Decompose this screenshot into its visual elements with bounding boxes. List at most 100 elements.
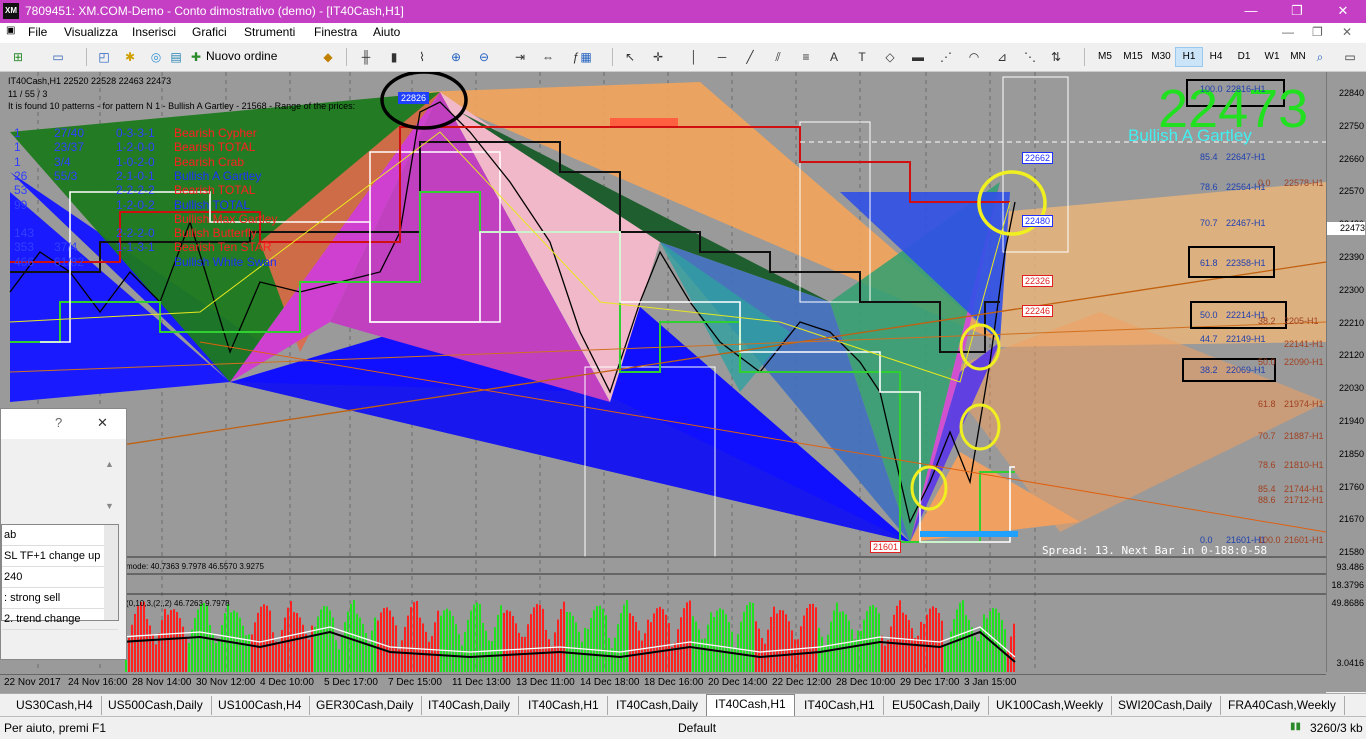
fib-fan-icon[interactable]: ⋰ [936, 47, 956, 67]
tf-m5[interactable]: M5 [1092, 48, 1118, 66]
scroll-down-icon[interactable]: ▼ [105, 501, 114, 511]
dialog-list-item[interactable]: 2. trend change [2, 609, 118, 630]
dialog-help-button[interactable]: ? [55, 415, 62, 430]
pattern-row-name: Bearish TOTAL [174, 183, 256, 198]
chart-tab[interactable]: US100Cash,H4 [210, 696, 311, 715]
trendline-icon[interactable]: ╱ [740, 47, 760, 67]
fib-right-value: 21974-H1 [1284, 399, 1324, 409]
dialog-list-item[interactable]: SL TF+1 change up [2, 546, 118, 567]
dialog-scrollbar[interactable] [104, 525, 118, 620]
dialog-list-item[interactable]: : strong sell [2, 588, 118, 609]
chart-shift-icon[interactable]: ⇥ [510, 47, 530, 67]
new-order-icon[interactable]: ✚ [186, 47, 206, 67]
child-minimize-button[interactable]: — [1282, 25, 1294, 39]
chart-tab[interactable]: FRA40Cash,Weekly [1220, 696, 1345, 715]
fib-right-ratio: 85.4 [1258, 484, 1276, 494]
chart-tab[interactable]: US30Cash,H4 [8, 696, 102, 715]
fibonacci-icon[interactable]: ≡ [796, 47, 816, 67]
channel-icon[interactable]: ⫽ [768, 47, 788, 67]
dialog-titlebar[interactable]: ? ✕ [1, 409, 126, 439]
new-chart-icon[interactable]: ⊞ [8, 47, 28, 67]
chart-tab[interactable]: EU50Cash,Daily [884, 696, 990, 715]
crosshair-icon[interactable]: ✛ [648, 47, 668, 67]
tf-m15[interactable]: M15 [1120, 48, 1146, 66]
dialog-close-button[interactable]: ✕ [97, 415, 108, 431]
cursor-icon[interactable]: ↖ [620, 47, 640, 67]
candlestick-icon[interactable]: ▮ [384, 47, 404, 67]
chart-tab[interactable]: IT40Cash,H1 [520, 696, 608, 715]
gann-icon[interactable]: ⋱ [1020, 47, 1040, 67]
tf-d1[interactable]: D1 [1231, 48, 1257, 66]
pattern-row-name: Bullish TOTAL [174, 197, 251, 212]
horizontal-line-icon[interactable]: ─ [712, 47, 732, 67]
templates-icon[interactable]: ▦ [576, 47, 596, 67]
time-tick-label: 20 Dec 14:00 [708, 677, 768, 688]
tf-h4[interactable]: H4 [1203, 48, 1229, 66]
menu-aiuto[interactable]: Aiuto [373, 25, 400, 39]
floating-dialog[interactable]: ? ✕ ▲ ▼ ab SL TF+1 change up 240 : stron… [0, 408, 127, 660]
tf-mn[interactable]: MN [1285, 48, 1311, 66]
price-scale[interactable]: 2284022750226602257022480223902230022210… [1326, 72, 1366, 672]
child-close-button[interactable]: ✕ [1342, 25, 1352, 39]
zoom-in-icon[interactable]: ⊕ [446, 47, 466, 67]
autotrading-icon[interactable]: ◆ [318, 47, 338, 67]
chart-tab[interactable]: IT40Cash,H1 [796, 696, 884, 715]
navigator-icon[interactable]: ✱ [120, 47, 140, 67]
data-window-icon[interactable]: ◎ [146, 47, 166, 67]
pattern-row-col1: 53 [14, 183, 28, 198]
label-tool-icon[interactable]: T [852, 47, 872, 67]
menu-inserisci[interactable]: Inserisci [132, 25, 176, 39]
child-restore-button[interactable]: ❐ [1312, 25, 1323, 39]
dialog-list-item[interactable]: 240 [2, 567, 118, 588]
tf-h1[interactable]: H1 [1175, 47, 1203, 67]
chart-tab[interactable]: IT40Cash,Daily [608, 696, 708, 715]
rectangle-icon[interactable]: ▬ [908, 47, 928, 67]
time-scale[interactable]: 22 Nov 2017 24 Nov 16:00 28 Nov 14:00 30 No… [0, 674, 1326, 693]
vertical-line-icon[interactable]: │ [684, 47, 704, 67]
fib-expansion-icon[interactable]: ⊿ [992, 47, 1012, 67]
market-watch-icon[interactable]: ◰ [94, 47, 114, 67]
scroll-up-icon[interactable]: ▲ [105, 459, 114, 469]
terminal-icon[interactable]: ▤ [166, 47, 186, 67]
chart-menu-icon[interactable]: ▣ [6, 25, 15, 36]
pattern-row-col3: 2-2-2-0 [116, 226, 155, 241]
chat-icon[interactable]: ▭ [1340, 47, 1360, 67]
dialog-list-item[interactable]: ab [2, 525, 118, 546]
new-order-button[interactable]: Nuovo ordine [206, 49, 277, 63]
dialog-list[interactable]: ab SL TF+1 change up 240 : strong sell 2… [1, 524, 119, 630]
chart-tab[interactable]: SWI20Cash,Daily [1110, 696, 1222, 715]
text-tool-icon[interactable]: A [824, 47, 844, 67]
close-button[interactable]: ✕ [1320, 0, 1366, 23]
pattern-row-col3: 1-0-2-0 [116, 154, 155, 169]
chart-tab[interactable]: US500Cash,Daily [100, 696, 212, 715]
fib-right-ratio: 50.0 [1258, 357, 1276, 367]
autoscroll-icon[interactable]: ⇔ [538, 47, 558, 67]
label-bottom: 21601 [870, 541, 902, 553]
menu-visualizza[interactable]: Visualizza [64, 25, 118, 39]
restore-button[interactable]: ❐ [1274, 0, 1320, 23]
search-icon[interactable]: ⌕ [1310, 47, 1330, 67]
profiles-icon[interactable]: ▭ [48, 47, 68, 67]
minimize-button[interactable]: — [1228, 0, 1274, 23]
tf-m30[interactable]: M30 [1148, 48, 1174, 66]
chart-tab[interactable]: IT40Cash,Daily [420, 696, 520, 715]
chart-tab[interactable]: UK100Cash,Weekly [988, 696, 1113, 715]
line-chart-icon[interactable]: ⌇ [412, 47, 432, 67]
menu-strumenti[interactable]: Strumenti [244, 25, 295, 39]
price-tick-label: 22120 [1338, 350, 1364, 361]
chart-area[interactable]: IT40Cash,H1 22520 22528 22463 22473 11 /… [0, 72, 1366, 692]
shapes-icon[interactable]: ◇ [880, 47, 900, 67]
chart-tab[interactable]: IT40Cash,H1 [706, 694, 795, 716]
chart-tab[interactable]: GER30Cash,Daily [308, 696, 423, 715]
menu-file[interactable]: File [28, 25, 47, 39]
pattern-row-col1: 26 [14, 168, 28, 183]
indicator2-label: (0,10,3,(2,,2) 46.7263 9.7978 [126, 599, 230, 608]
bar-chart-icon[interactable]: ╫ [356, 47, 376, 67]
menu-finestra[interactable]: Finestra [314, 25, 357, 39]
tf-w1[interactable]: W1 [1259, 48, 1285, 66]
zoom-out-icon[interactable]: ⊖ [474, 47, 494, 67]
fib-arcs-icon[interactable]: ◠ [964, 47, 984, 67]
menu-grafici[interactable]: Grafici [192, 25, 227, 39]
arrows-icon[interactable]: ⇅ [1046, 47, 1066, 67]
pattern-row-col3: 1-1-3-1 [116, 240, 155, 255]
